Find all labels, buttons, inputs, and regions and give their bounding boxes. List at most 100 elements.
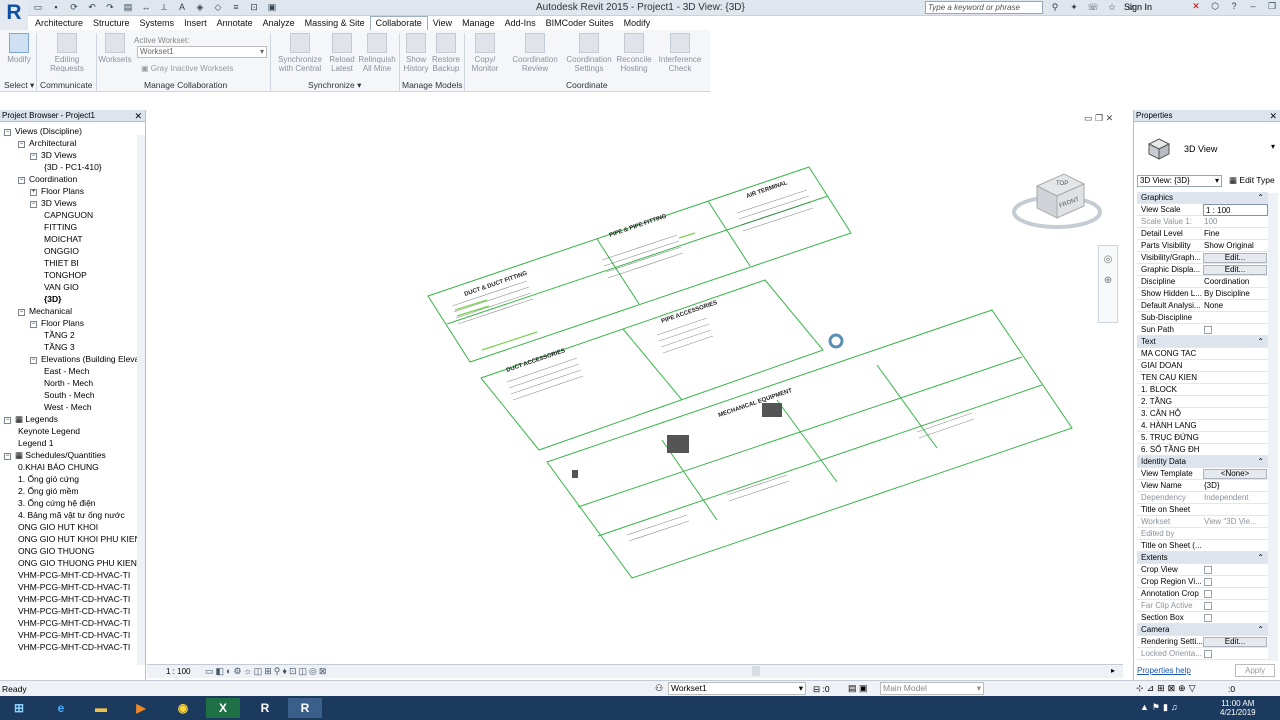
browser-item[interactable]: − Architectural xyxy=(18,137,76,149)
browser-item[interactable]: − Elevations (Building Eleva xyxy=(30,353,139,365)
property-group[interactable]: Camera ⌃ xyxy=(1137,624,1268,636)
chrome-icon[interactable]: ◉ xyxy=(166,698,200,718)
collapse-icon[interactable]: − xyxy=(4,129,11,136)
zoom-icon[interactable]: ⊕ xyxy=(1099,275,1117,286)
scroll-right-icon[interactable]: ▸ xyxy=(1111,666,1115,675)
browser-item[interactable]: East - Mech xyxy=(44,365,89,377)
selection-filter-icons[interactable]: ⊹⊿⊞⊠⊕▽ xyxy=(1136,683,1199,694)
property-value[interactable]: Independent xyxy=(1204,492,1268,504)
collapse-icon[interactable]: − xyxy=(18,309,25,316)
browser-item[interactable]: VHM-PCG-MHT-CD-HVAC-TI xyxy=(18,641,130,653)
horizontal-scroll-thumb[interactable] xyxy=(752,666,760,676)
tab-annotate[interactable]: Annotate xyxy=(212,16,258,30)
browser-item[interactable]: − ▦ Schedules/Quantities xyxy=(4,449,106,461)
browser-scrollbar[interactable] xyxy=(137,135,145,665)
property-value[interactable]: View "3D Vie... xyxy=(1204,516,1268,528)
close-icon[interactable]: ✕ xyxy=(1269,110,1277,122)
communication-icon[interactable]: ☏ xyxy=(1085,1,1101,14)
property-value[interactable]: Fine xyxy=(1204,228,1268,240)
tab-modify[interactable]: Modify xyxy=(619,16,656,30)
editing-requests-button[interactable]: Editing Requests xyxy=(48,33,86,73)
browser-item[interactable]: Legend 1 xyxy=(18,437,53,449)
browser-item[interactable]: − Views (Discipline) xyxy=(4,125,82,137)
viewcube[interactable]: TOP FRONT xyxy=(1012,168,1107,238)
browser-item[interactable]: − Mechanical xyxy=(18,305,72,317)
revit-logo-icon[interactable]: R xyxy=(0,0,28,31)
property-edit-button[interactable]: Edit... xyxy=(1203,265,1267,275)
property-checkbox[interactable] xyxy=(1204,650,1212,658)
properties-help-link[interactable]: Properties help xyxy=(1137,666,1191,675)
collapse-icon[interactable]: ⌃ xyxy=(1257,624,1264,636)
subscription-icon[interactable]: ✦ xyxy=(1066,1,1082,14)
collapse-icon[interactable]: − xyxy=(30,321,37,328)
browser-item[interactable]: TẦNG 3 xyxy=(44,341,75,353)
excel-icon[interactable]: X xyxy=(206,698,240,718)
collapse-icon[interactable]: ⌃ xyxy=(1257,192,1264,204)
browser-item[interactable]: West - Mech xyxy=(44,401,92,413)
property-value[interactable]: {3D} xyxy=(1204,480,1268,492)
text-icon[interactable]: A xyxy=(174,1,190,14)
browser-item[interactable]: CAPNGUON xyxy=(44,209,93,221)
undo-icon[interactable]: ↶ xyxy=(84,1,100,14)
close-hidden-icon[interactable]: ⊡ xyxy=(246,1,262,14)
interference-check-button[interactable]: Interference Check xyxy=(656,33,704,73)
property-checkbox[interactable] xyxy=(1204,602,1212,610)
start-icon[interactable]: ⊞ xyxy=(2,698,36,718)
browser-item[interactable]: 2. Ống gió mềm xyxy=(18,485,78,497)
tab-add-ins[interactable]: Add-Ins xyxy=(500,16,541,30)
browser-item[interactable]: + Floor Plans xyxy=(30,185,84,197)
browser-item[interactable]: MOICHAT xyxy=(44,233,83,245)
collapse-icon[interactable]: − xyxy=(18,177,25,184)
view-controls-icons[interactable]: ▭◧◐⚙☼◫⊞⚲♦⊡◫◎⊠ xyxy=(205,666,328,677)
open-icon[interactable]: ▭ xyxy=(30,1,46,14)
tab-systems[interactable]: Systems xyxy=(135,16,180,30)
browser-item[interactable]: − ▦ Legends xyxy=(4,413,58,425)
active-workset-select[interactable]: Workset1 ▾ xyxy=(137,46,267,58)
tab-bimcoder-suites[interactable]: BIMCoder Suites xyxy=(541,16,619,30)
a360-icon[interactable]: ⬡ xyxy=(1207,0,1223,13)
property-edit-button[interactable]: Edit... xyxy=(1203,637,1267,647)
save-icon[interactable]: ▪ xyxy=(48,1,64,14)
restore-button[interactable]: ❐ xyxy=(1264,0,1280,13)
panel-synchronize[interactable]: Synchronize ▾ xyxy=(308,80,361,91)
property-edit-button[interactable]: Edit... xyxy=(1203,253,1267,263)
apply-button[interactable]: Apply xyxy=(1235,664,1275,677)
property-value[interactable]: By Discipline xyxy=(1204,288,1268,300)
internet-explorer-icon[interactable]: e xyxy=(44,698,78,718)
browser-item[interactable]: −3D Views xyxy=(30,149,77,161)
browser-item[interactable]: TONGHOP xyxy=(44,269,87,281)
property-edit-button[interactable]: <None> xyxy=(1203,469,1267,479)
property-checkbox[interactable] xyxy=(1204,590,1212,598)
restore-backup-button[interactable]: Restore Backup xyxy=(430,33,462,73)
editable-only-count[interactable]: ⊟ :0 xyxy=(813,684,830,695)
browser-item[interactable]: VHM-PCG-MHT-CD-HVAC-TI xyxy=(18,569,130,581)
collapse-icon[interactable]: − xyxy=(30,153,37,160)
reconcile-hosting-button[interactable]: Reconcile Hosting xyxy=(614,33,654,73)
browser-item[interactable]: TẦNG 2 xyxy=(44,329,75,341)
browser-item[interactable]: {3D} xyxy=(44,293,61,305)
section-icon[interactable]: ◇ xyxy=(210,1,226,14)
panel-select[interactable]: Select ▾ xyxy=(4,80,34,91)
system-tray-icons[interactable]: ▲⚑▮♫ xyxy=(1140,702,1181,713)
collapse-icon[interactable]: ⌃ xyxy=(1257,552,1264,564)
design-options-icon[interactable]: ▤ ▣ xyxy=(848,683,868,694)
browser-item[interactable]: Keynote Legend xyxy=(18,425,80,437)
close-icon[interactable]: ✕ xyxy=(134,110,142,122)
instance-selector[interactable]: 3D View: {3D} ▾ xyxy=(1137,175,1222,187)
show-history-button[interactable]: Show History xyxy=(401,33,431,73)
sign-in-link[interactable]: Sign In xyxy=(1124,2,1152,12)
browser-item[interactable]: VHM-PCG-MHT-CD-HVAC-TI xyxy=(18,605,130,617)
property-group[interactable]: Identity Data ⌃ xyxy=(1137,456,1268,468)
tab-architecture[interactable]: Architecture xyxy=(30,16,88,30)
browser-item[interactable]: −3D Views xyxy=(30,197,77,209)
media-player-icon[interactable]: ▶ xyxy=(124,698,158,718)
browser-item[interactable]: − Coordination xyxy=(18,173,77,185)
browser-item[interactable]: ONG GIO HUT KHOI PHU KIEN xyxy=(18,533,141,545)
property-value[interactable]: Coordination xyxy=(1204,276,1268,288)
collapse-icon[interactable]: − xyxy=(30,357,37,364)
tab-insert[interactable]: Insert xyxy=(179,16,212,30)
property-value-input[interactable]: 1 : 100 xyxy=(1203,204,1268,216)
tab-collaborate[interactable]: Collaborate xyxy=(369,16,428,30)
print-icon[interactable]: ▤ xyxy=(120,1,136,14)
property-value[interactable]: 100 xyxy=(1204,216,1268,228)
